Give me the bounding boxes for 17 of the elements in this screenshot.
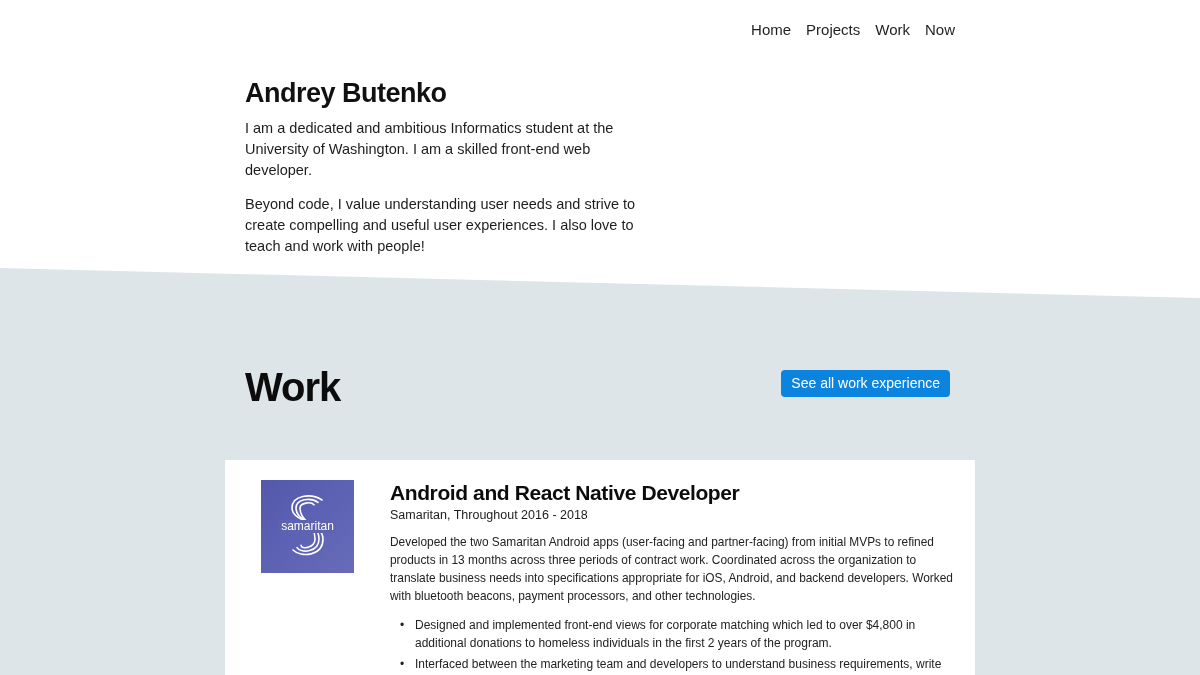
intro-paragraph: I am a dedicated and ambitious Informatics student at the University of Washington. I am a skilled front-end web developer. [245,119,615,180]
job-subtitle: Samaritan, Throughout 2016 - 2018 [390,507,589,524]
nav-link[interactable]: Home [751,20,792,40]
see-all-button[interactable]: See all work experience [781,370,950,397]
nav-link[interactable]: Projects [806,20,861,40]
section-heading: Work [245,364,341,411]
intro-paragraph: Beyond code, I value understanding user needs and strive to create compelling and useful user experiences. I also love to teach and work with people! [245,195,637,256]
nav-link[interactable]: Now [925,20,955,40]
bullet-text: Interfaced between the marketing team and developers to understand business requirements, write [415,656,942,673]
logo-text: samaritan [279,520,336,533]
page-heading: Andrey Butenko [245,77,448,110]
bullet-marker: • [400,617,406,634]
job-title: Android and React Native Developer [390,480,741,506]
job-description: Developed the two Samaritan Android apps (user-facing and partner-facing) from initial MVPs to refined products in 13 months across three periods of contract work. Coordinated across the organization to translate business needs into specifications appropriate for iOS, Android, and backend developers. Worked with bluetooth beacons, payment processors, and other technologies. [390,534,954,605]
bullet-text: Designed and implemented front-end views for corporate matching which led to over $4,800 in additional donations to homeless individuals in the first 2 years of the program. [415,617,917,652]
bullet-marker: • [400,656,406,673]
nav-link[interactable]: Work [875,20,910,40]
